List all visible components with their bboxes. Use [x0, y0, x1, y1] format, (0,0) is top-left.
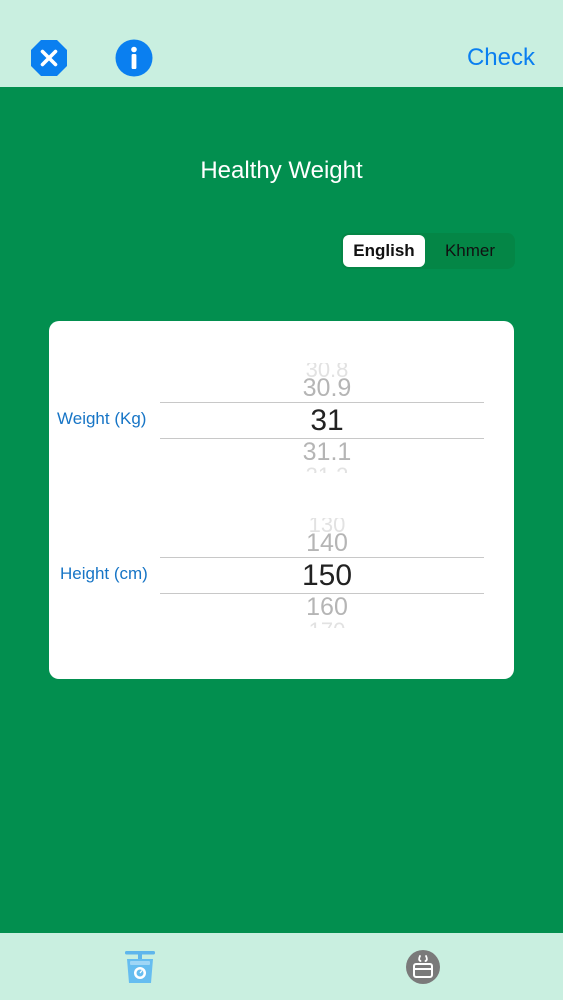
scale-icon[interactable] [120, 947, 160, 987]
height-label: Height (cm) [60, 564, 148, 583]
main-content: Healthy Weight English Khmer Weight (Kg)… [0, 87, 563, 933]
height-option: 140 [306, 529, 348, 557]
weight-option: 30.9 [302, 374, 352, 402]
language-segmented-control: English Khmer [341, 233, 515, 269]
check-button[interactable]: Check [467, 44, 535, 72]
close-icon[interactable] [30, 39, 68, 77]
height-selected-value: 150 [301, 559, 353, 592]
picker-selection-line [160, 402, 484, 403]
weight-bag-icon[interactable] [403, 947, 443, 987]
picker-selection-line [160, 557, 484, 558]
height-picker[interactable]: 130 140 150 160 170 [160, 518, 484, 628]
info-icon[interactable] [115, 39, 153, 77]
input-card: Weight (Kg) 30.8 30.9 31 31.1 31.2 Heigh… [49, 321, 514, 679]
weight-option: 31.2 [160, 463, 484, 473]
language-option-khmer[interactable]: Khmer [427, 235, 513, 267]
bottom-tab-bar [0, 933, 563, 1000]
page-title: Healthy Weight [200, 157, 363, 184]
top-navigation-bar: Check [0, 0, 563, 87]
height-option: 170 [160, 618, 484, 628]
weight-label: Weight (Kg) [57, 409, 147, 428]
weight-selected-value: 31 [310, 404, 344, 437]
weight-picker[interactable]: 30.8 30.9 31 31.1 31.2 [160, 363, 484, 473]
language-option-english[interactable]: English [343, 235, 425, 267]
